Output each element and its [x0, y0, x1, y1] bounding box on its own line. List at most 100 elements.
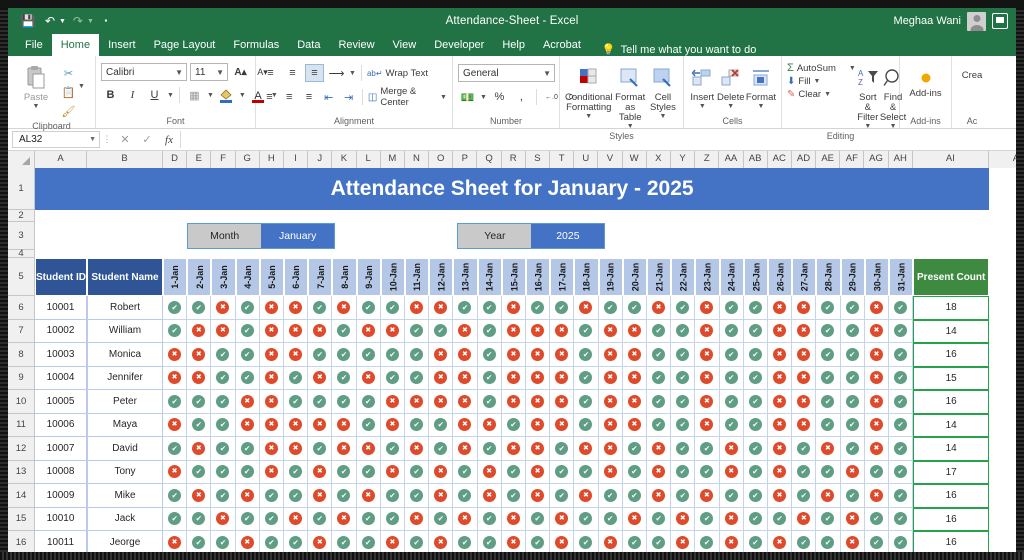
attendance-cell[interactable] [550, 437, 575, 461]
cell-student-id[interactable]: 10006 [35, 413, 87, 437]
attendance-cell[interactable] [647, 437, 672, 461]
attendance-cell[interactable] [163, 413, 188, 437]
attendance-cell[interactable] [187, 319, 212, 343]
attendance-cell[interactable] [308, 437, 333, 461]
attendance-cell[interactable] [526, 343, 551, 367]
attendance-cell[interactable] [356, 296, 381, 320]
attendance-cell[interactable] [332, 390, 357, 414]
font-name-dropdown-icon[interactable]: ▼ [175, 68, 183, 77]
attendance-cell[interactable] [429, 413, 454, 437]
attendance-cell[interactable] [695, 413, 720, 437]
attendance-cell[interactable] [356, 507, 381, 531]
attendance-cell[interactable] [163, 343, 188, 367]
attendance-cell[interactable] [743, 437, 768, 461]
attendance-cell[interactable] [380, 343, 405, 367]
attendance-cell[interactable] [695, 484, 720, 508]
attendance-cell[interactable] [235, 484, 260, 508]
cell-student-name[interactable]: Jennifer [87, 366, 163, 390]
column-header-AD[interactable]: AD [791, 151, 817, 168]
attendance-cell[interactable] [284, 343, 309, 367]
attendance-cell[interactable] [429, 484, 454, 508]
attendance-cell[interactable] [864, 437, 889, 461]
addins-button[interactable]: Add-ins [905, 65, 946, 99]
attendance-cell[interactable] [550, 531, 575, 552]
attendance-cell[interactable] [574, 413, 599, 437]
attendance-cell[interactable] [453, 531, 478, 552]
row-header-5[interactable]: 5 [8, 258, 35, 296]
attendance-cell[interactable] [477, 484, 502, 508]
attendance-cell[interactable] [574, 507, 599, 531]
insert-cells-button[interactable]: Insert ▼ [689, 61, 716, 110]
attendance-cell[interactable] [622, 319, 647, 343]
row-header-14[interactable]: 14 [8, 484, 35, 508]
attendance-cell[interactable] [864, 296, 889, 320]
cell-student-id[interactable]: 10005 [35, 390, 87, 414]
attendance-cell[interactable] [598, 484, 623, 508]
attendance-cell[interactable] [647, 413, 672, 437]
tab-help[interactable]: Help [493, 34, 534, 56]
attendance-cell[interactable] [405, 319, 430, 343]
attendance-cell[interactable] [550, 413, 575, 437]
attendance-cell[interactable] [647, 343, 672, 367]
attendance-cell[interactable] [501, 296, 526, 320]
attendance-cell[interactable] [768, 460, 793, 484]
attendance-cell[interactable] [840, 507, 865, 531]
attendance-cell[interactable] [211, 484, 236, 508]
conditional-formatting-button[interactable]: Conditional Formatting ▼ [565, 61, 613, 120]
cell-student-id[interactable]: 10001 [35, 296, 87, 320]
attendance-cell[interactable] [598, 319, 623, 343]
align-middle-button[interactable]: ≡ [283, 64, 302, 82]
attendance-cell[interactable] [889, 531, 914, 552]
attendance-cell[interactable] [671, 531, 696, 552]
format-cells-dropdown-icon[interactable]: ▼ [757, 103, 764, 110]
attendance-cell[interactable] [647, 507, 672, 531]
attendance-cell[interactable] [622, 296, 647, 320]
attendance-cell[interactable] [163, 484, 188, 508]
attendance-cell[interactable] [284, 507, 309, 531]
attendance-cell[interactable] [574, 460, 599, 484]
attendance-cell[interactable] [332, 437, 357, 461]
attendance-cell[interactable] [308, 507, 333, 531]
attendance-cell[interactable] [719, 507, 744, 531]
number-format-box[interactable]: General ▼ [458, 64, 555, 82]
attendance-cell[interactable] [768, 366, 793, 390]
attendance-cell[interactable] [163, 390, 188, 414]
row-header-2[interactable]: 2 [8, 210, 35, 222]
cell-present-count[interactable]: 16 [913, 390, 990, 414]
attendance-cell[interactable] [259, 390, 284, 414]
bold-button[interactable]: B [101, 86, 120, 104]
fill-color-dropdown-icon[interactable]: ▼ [239, 92, 246, 99]
attendance-cell[interactable] [453, 484, 478, 508]
attendance-cell[interactable] [864, 484, 889, 508]
cell-student-name[interactable]: David [87, 437, 163, 461]
tab-formulas[interactable]: Formulas [224, 34, 288, 56]
cell-student-name[interactable]: Monica [87, 343, 163, 367]
cell-present-count[interactable]: 14 [913, 319, 990, 343]
cancel-entry-button[interactable]: ✕ [114, 133, 136, 146]
attendance-cell[interactable] [501, 507, 526, 531]
attendance-cell[interactable] [864, 390, 889, 414]
attendance-cell[interactable] [332, 460, 357, 484]
increase-font-size-button[interactable]: A▴ [231, 63, 250, 81]
attendance-cell[interactable] [259, 484, 284, 508]
attendance-cell[interactable] [380, 484, 405, 508]
column-header-U[interactable]: U [574, 151, 599, 168]
attendance-cell[interactable] [889, 366, 914, 390]
attendance-cell[interactable] [259, 366, 284, 390]
column-header-M[interactable]: M [380, 151, 405, 168]
attendance-cell[interactable] [671, 413, 696, 437]
attendance-cell[interactable] [792, 437, 817, 461]
attendance-cell[interactable] [816, 484, 841, 508]
sort-filter-dropdown-icon[interactable]: ▼ [864, 123, 871, 130]
attendance-cell[interactable] [816, 296, 841, 320]
attendance-cell[interactable] [235, 460, 260, 484]
attendance-cell[interactable] [695, 437, 720, 461]
attendance-cell[interactable] [380, 507, 405, 531]
attendance-cell[interactable] [211, 460, 236, 484]
attendance-cell[interactable] [598, 460, 623, 484]
redo-icon[interactable]: ↷ [68, 11, 88, 31]
row-header-12[interactable]: 12 [8, 437, 35, 461]
attendance-cell[interactable] [671, 319, 696, 343]
attendance-cell[interactable] [405, 437, 430, 461]
attendance-cell[interactable] [889, 484, 914, 508]
